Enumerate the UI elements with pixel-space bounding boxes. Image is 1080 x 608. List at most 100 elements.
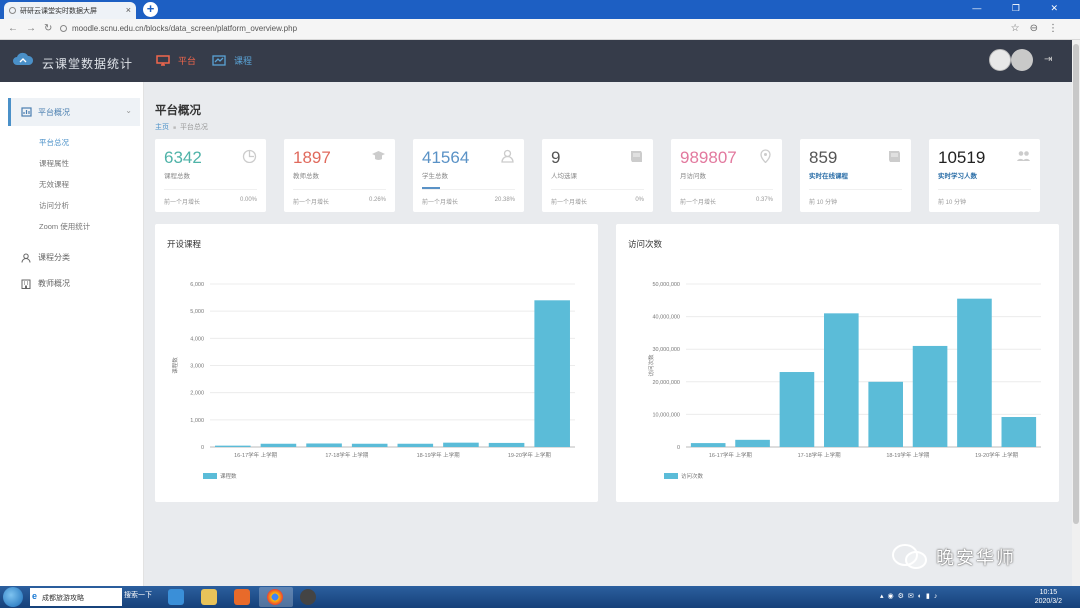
legend-label[interactable]: 访问次数 xyxy=(681,472,704,480)
monitor-icon xyxy=(156,55,170,66)
bar[interactable] xyxy=(351,443,388,447)
avatar[interactable] xyxy=(989,49,1011,71)
x-tick-label: 18-19学年 上学期 xyxy=(417,451,461,459)
stat-card: 859 实时在线课程前 10 分钟 xyxy=(800,139,911,212)
sidebar-item-label: 教师概况 xyxy=(38,279,70,288)
legend-swatch[interactable] xyxy=(203,473,217,479)
sidebar-item-course-category[interactable]: 课程分类 xyxy=(21,252,70,263)
clock-time: 10:15 xyxy=(1039,589,1058,596)
close-tab-icon[interactable]: × xyxy=(126,5,131,15)
y-tick-label: 1,000 xyxy=(190,418,204,424)
system-tray-icons[interactable]: ▴◉⚙✉◐▮♪ xyxy=(880,592,941,600)
stat-label[interactable]: 实时学习人数 xyxy=(938,170,977,180)
courses-bar-chart: 0 1,000 2,000 3,000 4,000 5,000 6,000 课程数 16-17学… xyxy=(171,282,575,480)
chrome-icon xyxy=(267,589,283,605)
bar[interactable] xyxy=(735,439,770,447)
scrollbar-thumb[interactable] xyxy=(1073,44,1079,524)
app-icon xyxy=(300,589,316,605)
bar[interactable] xyxy=(868,381,903,447)
legend-label[interactable]: 课程数 xyxy=(220,472,237,480)
logout-icon[interactable]: ⇥ xyxy=(1044,54,1052,65)
address-bar: ← → ↻ moodle.scnu.edu.cn/blocks/data_scr… xyxy=(0,19,1080,40)
bar[interactable] xyxy=(690,443,726,447)
stat-percent: 0.26% xyxy=(368,197,386,203)
ie-icon xyxy=(168,589,184,605)
sidebar-item-teacher-overview[interactable]: 教师概况 xyxy=(21,278,70,289)
stat-card: 6342 课程总数 前一个月增长 0.00% xyxy=(155,139,266,212)
tab-title: 研研云课堂实时数据大屏 xyxy=(20,8,97,15)
bar[interactable] xyxy=(912,345,948,447)
bar[interactable] xyxy=(215,445,251,447)
taskbar-app-ie[interactable] xyxy=(160,587,194,607)
divider xyxy=(938,189,1031,190)
stat-footer: 前一个月增长 xyxy=(422,200,459,206)
taskbar-app-media[interactable] xyxy=(226,587,260,607)
bar[interactable] xyxy=(306,443,342,447)
y-tick-label: 6,000 xyxy=(190,282,204,288)
bar[interactable] xyxy=(824,313,859,447)
taskbar-search-field[interactable]: e 成都旅游攻略 xyxy=(30,588,122,606)
legend-swatch[interactable] xyxy=(664,473,678,479)
wechat-icon xyxy=(892,544,927,569)
stat-value: 9 xyxy=(551,148,561,167)
y-tick-label: 0 xyxy=(677,445,680,451)
sidebar-item-platform-overview[interactable]: 平台总况 xyxy=(39,137,69,148)
stat-value: 859 xyxy=(809,148,838,167)
divider xyxy=(422,189,515,190)
sidebar-item-course-attributes[interactable]: 课程属性 xyxy=(39,158,69,169)
bar[interactable] xyxy=(443,442,479,447)
breadcrumb: 主页 ■ 平台总况 xyxy=(155,122,208,132)
sidebar-item-zoom-stats[interactable]: Zoom 使用统计 xyxy=(39,221,90,232)
nav-course[interactable]: 课程 xyxy=(212,54,252,67)
bar[interactable] xyxy=(397,443,434,447)
new-tab-button[interactable]: + xyxy=(143,2,158,17)
stat-label: 教师总数 xyxy=(293,173,319,180)
stat-value: 41564 xyxy=(422,148,470,167)
folder-icon xyxy=(201,589,217,605)
brand-title[interactable]: 云课堂数据统计 xyxy=(42,55,133,72)
reload-icon[interactable]: ↻ xyxy=(44,23,52,34)
avatar-secondary[interactable] xyxy=(1011,49,1033,71)
stat-label: 人均选课 xyxy=(551,173,577,180)
chevron-down-icon[interactable]: ⌄ xyxy=(125,106,132,115)
ie-icon: e xyxy=(32,591,38,601)
browser-tab-strip: 研研云课堂实时数据大屏 × + — ❐ ✕ xyxy=(0,0,1080,19)
start-button[interactable] xyxy=(3,587,23,607)
clock-icon xyxy=(242,149,257,163)
platform-icon xyxy=(21,107,32,117)
bar[interactable] xyxy=(1001,417,1037,447)
nav-platform[interactable]: 平台 xyxy=(156,54,196,67)
url-field[interactable]: moodle.scnu.edu.cn/blocks/data_screen/pl… xyxy=(60,24,297,33)
sidebar-item-visit-analysis[interactable]: 访问分析 xyxy=(39,200,69,211)
stat-value: 1897 xyxy=(293,148,331,167)
sidebar-item-invalid-courses[interactable]: 无效课程 xyxy=(39,179,69,190)
browser-tab[interactable]: 研研云课堂实时数据大屏 × xyxy=(4,2,136,19)
bar[interactable] xyxy=(957,298,992,447)
stat-footer: 前 10 分钟 xyxy=(809,200,838,206)
y-tick-label: 4,000 xyxy=(190,336,204,342)
url-text: moodle.scnu.edu.cn/blocks/data_screen/pl… xyxy=(72,24,298,33)
browser-menu-icons[interactable]: ☆⊖⋮ xyxy=(1011,23,1068,34)
window-controls[interactable]: — ❐ ✕ xyxy=(972,3,1072,14)
bar[interactable] xyxy=(534,300,570,447)
y-axis-label: 课程数 xyxy=(171,357,179,374)
taskbar-app-explorer[interactable] xyxy=(193,587,227,607)
sidebar-group-platform[interactable]: 平台概况 ⌄ xyxy=(8,98,140,126)
taskbar-app-other[interactable] xyxy=(292,587,326,607)
x-tick-label: 18-19学年 上学期 xyxy=(886,451,930,459)
bar[interactable] xyxy=(260,443,297,447)
info-icon xyxy=(60,25,67,32)
forward-icon[interactable]: → xyxy=(26,23,36,34)
back-icon[interactable]: ← xyxy=(8,23,18,34)
breadcrumb-home[interactable]: 主页 xyxy=(155,124,169,131)
divider xyxy=(293,189,386,190)
taskbar-clock[interactable]: 10:15 2020/3/2 xyxy=(1035,588,1062,606)
x-tick-label: 16-17学年 上学期 xyxy=(234,451,278,459)
taskbar-app-chrome[interactable] xyxy=(259,587,293,607)
users-icon xyxy=(1017,151,1030,161)
stat-label[interactable]: 实时在线课程 xyxy=(809,170,848,180)
taskbar-search-button[interactable]: 搜索一下 xyxy=(124,590,152,600)
bar[interactable] xyxy=(779,372,815,447)
bar[interactable] xyxy=(488,442,525,447)
user-icon xyxy=(501,149,514,163)
